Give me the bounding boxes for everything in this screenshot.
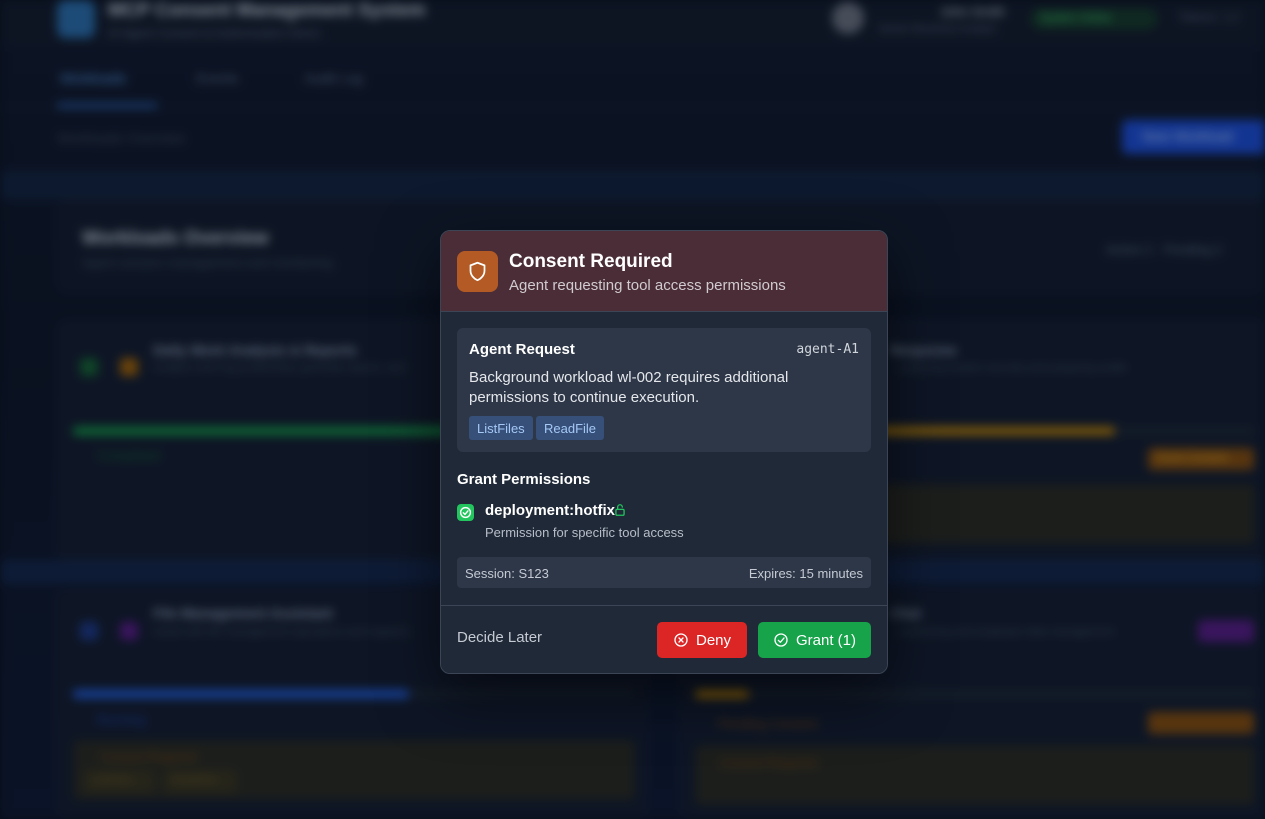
permission-description: Permission for specific tool access xyxy=(485,525,684,540)
tool-chip-readfile: ReadFile xyxy=(536,416,605,440)
grant-permissions-heading: Grant Permissions xyxy=(457,471,591,488)
modal-subtitle: Agent requesting tool access permissions xyxy=(509,277,786,294)
shield-icon xyxy=(457,251,498,292)
session-label: Session: S123 xyxy=(465,566,549,581)
session-info-bar: Session: S123 Expires: 15 minutes xyxy=(457,557,871,588)
permission-name: deployment:hotfix xyxy=(485,502,615,519)
lock-open-icon xyxy=(613,503,627,522)
agent-id: agent-A1 xyxy=(796,342,859,357)
grant-label: Grant (1) xyxy=(795,631,856,649)
modal-footer: Decide Later Deny Grant (1) xyxy=(441,605,887,673)
agent-request-box: Agent Request agent-A1 Background worklo… xyxy=(457,328,871,452)
modal-header: Consent Required Agent requesting tool a… xyxy=(441,231,887,312)
expires-label: Expires: 15 minutes xyxy=(748,566,863,581)
x-circle-icon xyxy=(674,633,688,647)
permission-checkbox[interactable] xyxy=(457,504,474,521)
check-circle-icon xyxy=(774,633,788,647)
agent-request-message: Background workload wl-002 requires addi… xyxy=(469,369,789,406)
deny-label: Deny xyxy=(695,631,732,649)
agent-request-heading: Agent Request xyxy=(469,341,575,358)
tool-chip-listfiles: ListFiles xyxy=(469,416,533,440)
grant-button[interactable]: Grant (1) xyxy=(758,622,871,658)
consent-modal: Consent Required Agent requesting tool a… xyxy=(440,230,888,674)
modal-title: Consent Required xyxy=(509,251,673,272)
deny-button[interactable]: Deny xyxy=(657,622,747,658)
decide-later-button[interactable]: Decide Later xyxy=(457,629,542,646)
